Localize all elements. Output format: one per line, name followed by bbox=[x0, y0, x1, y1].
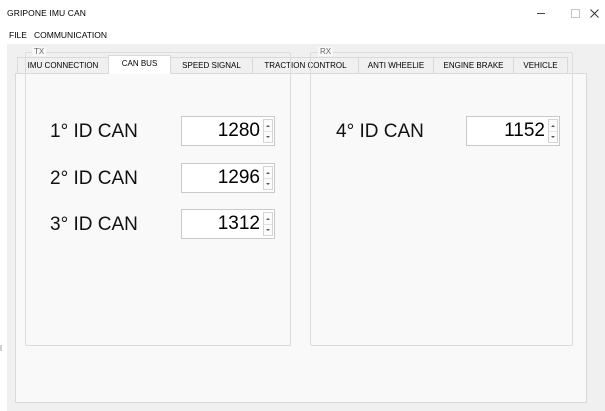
id-can-1-value[interactable]: 1280 bbox=[218, 120, 260, 142]
id-can-4-down-button[interactable] bbox=[549, 131, 557, 142]
tab-can-bus[interactable]: CAN BUS bbox=[108, 55, 171, 74]
id-can-1-down-button[interactable] bbox=[264, 131, 272, 142]
minimize-icon bbox=[537, 13, 545, 14]
arrow-up-icon bbox=[266, 124, 270, 127]
app-window: GRIPONE IMU CAN FILE COMMUNICATION IMU C… bbox=[0, 0, 605, 411]
window-edge-mark bbox=[0, 345, 2, 351]
window-title: GRIPONE IMU CAN bbox=[7, 8, 86, 18]
id-can-3-label: 3° ID CAN bbox=[50, 214, 138, 235]
rx-group: RX bbox=[310, 47, 573, 346]
rx-group-label: RX bbox=[318, 47, 334, 56]
tx-group: TX bbox=[25, 47, 291, 346]
maximize-icon bbox=[570, 9, 580, 18]
id-can-4-stepper[interactable]: 1152 bbox=[466, 116, 560, 146]
id-can-2-label: 2° ID CAN bbox=[50, 168, 138, 189]
menu-communication[interactable]: COMMUNICATION bbox=[34, 30, 107, 40]
id-can-3-stepper[interactable]: 1312 bbox=[181, 209, 275, 239]
id-can-2-stepper[interactable]: 1296 bbox=[181, 163, 275, 193]
id-can-4-spin-buttons bbox=[548, 119, 558, 143]
arrow-down-icon bbox=[551, 135, 555, 138]
minimize-button[interactable] bbox=[522, 0, 560, 27]
id-can-2-value[interactable]: 1296 bbox=[218, 167, 260, 189]
id-can-4-label: 4° ID CAN bbox=[336, 121, 424, 142]
arrow-up-icon bbox=[266, 217, 270, 220]
id-can-2-down-button[interactable] bbox=[264, 178, 272, 189]
arrow-up-icon bbox=[266, 171, 270, 174]
menu-file[interactable]: FILE bbox=[9, 30, 27, 40]
tx-group-label: TX bbox=[32, 47, 47, 56]
id-can-1-stepper[interactable]: 1280 bbox=[181, 116, 275, 146]
id-can-3-spin-buttons bbox=[263, 212, 273, 236]
id-can-2-spin-buttons bbox=[263, 166, 273, 190]
id-can-3-value[interactable]: 1312 bbox=[218, 213, 260, 235]
id-can-1-spin-buttons bbox=[263, 119, 273, 143]
arrow-down-icon bbox=[266, 135, 270, 138]
arrow-down-icon bbox=[266, 228, 270, 231]
close-icon bbox=[590, 9, 599, 18]
title-bar: GRIPONE IMU CAN bbox=[0, 0, 605, 27]
arrow-up-icon bbox=[551, 124, 555, 127]
close-button[interactable] bbox=[584, 0, 605, 27]
id-can-3-down-button[interactable] bbox=[264, 224, 272, 235]
arrow-down-icon bbox=[266, 182, 270, 185]
menu-bar: FILE COMMUNICATION bbox=[0, 27, 605, 44]
id-can-4-value[interactable]: 1152 bbox=[504, 120, 545, 142]
id-can-1-label: 1° ID CAN bbox=[50, 121, 138, 142]
